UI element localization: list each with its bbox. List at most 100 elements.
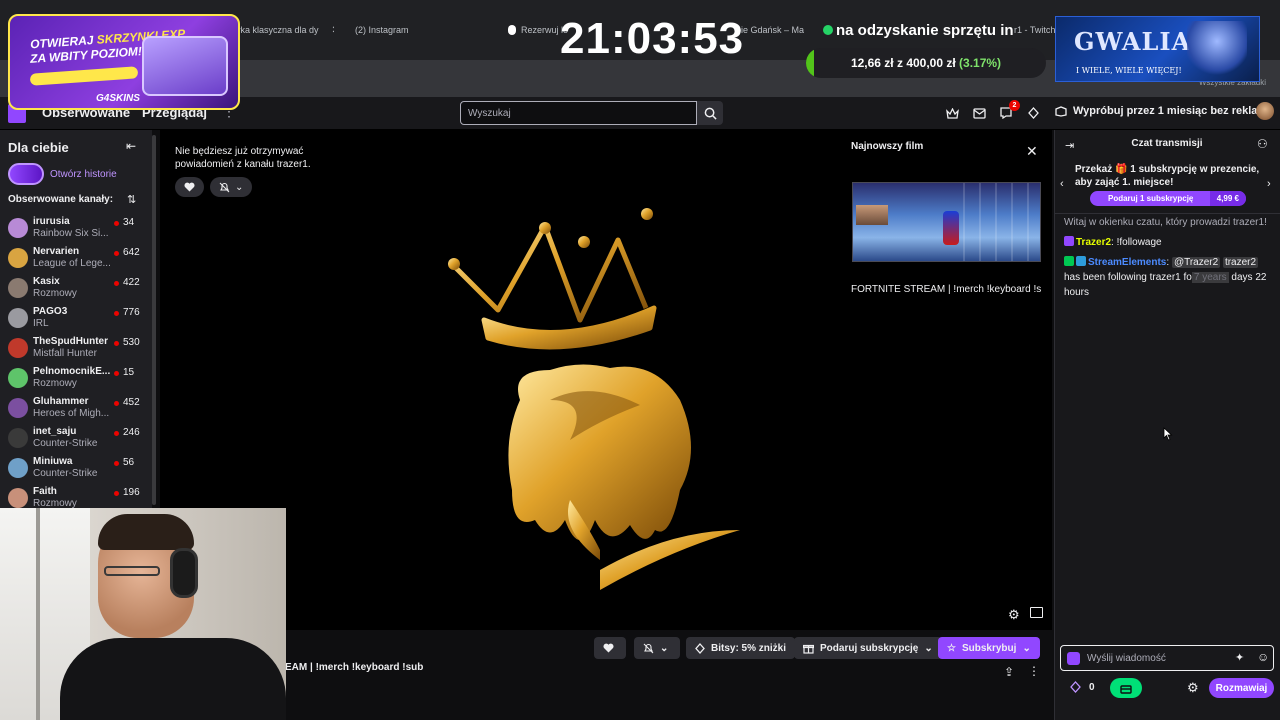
collapse-sidebar-icon[interactable]: ⇤: [126, 139, 136, 153]
search-button[interactable]: [697, 101, 723, 125]
sidebar-channel[interactable]: PelnomocnikE... Rozmowy 15: [0, 364, 152, 394]
chat-username[interactable]: Trazer2: [1076, 237, 1111, 248]
follow-heart-button[interactable]: [175, 177, 204, 197]
mouse-cursor-icon: [1163, 427, 1173, 446]
channel-category: Mistfall Hunter: [33, 348, 97, 359]
promo-overlay: OTWIERAJ SKRZYNKI EXP ZA WBITY POZIOM! G…: [8, 14, 240, 110]
sidebar-channel[interactable]: inet_saju Counter-Strike 246: [0, 424, 152, 454]
sidebar-channel[interactable]: TheSpudHunter Mistfall Hunter 530: [0, 334, 152, 364]
chat-input-placeholder: Wyślij wiadomość: [1087, 653, 1166, 664]
notification-count-badge: 2: [1009, 100, 1020, 111]
promo-bar: [29, 66, 139, 86]
channel-name: PAGO3: [33, 306, 68, 317]
channel-name: Gluhammer: [33, 396, 89, 407]
community-icon[interactable]: ⚇: [1257, 137, 1268, 151]
sidebar-channel[interactable]: Gluhammer Heroes of Migh... 452: [0, 394, 152, 424]
more-options-icon[interactable]: ⋮: [1028, 664, 1040, 678]
left-sidebar: Dla ciebie ⇤ Otwórz historie Obserwowane…: [0, 130, 152, 510]
notifications-off-button[interactable]: ⌄: [210, 177, 253, 197]
channel-name: Miniuwa: [33, 456, 73, 467]
channel-avatar: [8, 278, 28, 298]
promo-brand: G4SKINS: [96, 93, 140, 104]
viewer-count: 56: [123, 457, 135, 468]
chevron-left-icon[interactable]: ‹: [1060, 178, 1064, 190]
emote-picker-icon[interactable]: ☺: [1257, 650, 1269, 664]
sidebar-channel[interactable]: Faith Rozmowy 196: [0, 484, 152, 510]
chat-settings-icon[interactable]: ⚙: [1187, 680, 1199, 696]
chat-send-button[interactable]: Rozmawiaj: [1209, 678, 1274, 698]
unfollow-notice: Nie będziesz już otrzymywać powiadomień …: [175, 146, 311, 170]
sidebar-channel[interactable]: PAGO3 IRL 776: [0, 304, 152, 334]
chat-mention[interactable]: trazer2: [1222, 257, 1259, 268]
live-dot-icon: [114, 491, 119, 496]
sidebar-channel[interactable]: Nervarien League of Lege... 642: [0, 244, 152, 274]
browser-tab[interactable]: Rezerwuj lo: [508, 18, 568, 42]
gift-banner-text: Przekaż 🎁 1 subskrypcję w prezencie, aby…: [1075, 164, 1260, 188]
theatre-mode-icon[interactable]: [1030, 607, 1043, 618]
channel-name: PelnomocnikE...: [33, 366, 111, 377]
crown-icon[interactable]: [943, 104, 961, 122]
channel-name: inet_saju: [33, 426, 77, 437]
viewer-count: 15: [123, 367, 135, 378]
player-settings-icon[interactable]: ⚙: [1008, 607, 1020, 623]
follow-heart-button[interactable]: [594, 637, 626, 659]
open-history-button[interactable]: Otwórz historie: [8, 163, 117, 185]
sponsor-logo: GWALIA: [1074, 27, 1192, 56]
chat-mention[interactable]: @Trazer2: [1171, 257, 1221, 268]
bits-icon[interactable]: [1067, 652, 1080, 665]
prime-promo-button[interactable]: Wypróbuj przez 1 miesiąc bez reklam: [1055, 105, 1267, 117]
heart-icon: [603, 643, 614, 653]
chat-username[interactable]: StreamElements: [1088, 257, 1166, 268]
browser-tab[interactable]: pie Gdańsk – Ma✕: [736, 18, 808, 42]
browser-tab[interactable]: (2) Instagram✕: [350, 18, 495, 42]
channel-name: Faith: [33, 486, 57, 497]
followed-channels-header: Obserwowane kanały:: [8, 194, 114, 205]
search-input[interactable]: [460, 101, 697, 125]
gift-sub-button[interactable]: Podaruj subskrypcję ⌄: [794, 637, 942, 659]
channel-name: irurusia: [33, 216, 70, 227]
channel-points[interactable]: 0: [1070, 681, 1095, 693]
sort-icon[interactable]: ⇅: [127, 193, 136, 206]
channel-category: Rozmowy: [33, 288, 77, 299]
inbox-icon[interactable]: [970, 104, 988, 122]
sidebar-channel[interactable]: Miniuwa Counter-Strike 56: [0, 454, 152, 484]
animated-emote-icon[interactable]: ✦: [1235, 651, 1244, 664]
star-icon: ☆: [947, 642, 956, 654]
channel-avatar: [8, 308, 28, 328]
gift-one-sub-button[interactable]: Podaruj 1 subskrypcję 4,99 €: [1090, 191, 1246, 206]
live-dot-icon: [114, 341, 119, 346]
bits-discount-button[interactable]: Bitsy: 5% zniżki: [686, 637, 796, 659]
viewer-count: 530: [123, 337, 140, 348]
sidebar-channel[interactable]: irurusia Rainbow Six Si... 34: [0, 214, 152, 244]
chevron-down-icon: ⌄: [1022, 642, 1031, 654]
bot-badge-icon: [1076, 256, 1086, 266]
newest-video-title: Najnowszy film: [851, 141, 924, 152]
subscribe-button[interactable]: ☆ Subskrybuj ⌄: [938, 637, 1040, 659]
channel-name: Kasix: [33, 276, 60, 287]
viewer-count: 34: [123, 217, 135, 228]
share-icon[interactable]: ⇪: [1004, 665, 1014, 679]
bits-icon[interactable]: [1024, 104, 1042, 122]
bits-icon: [1070, 681, 1081, 693]
sidebar-scrollbar[interactable]: [152, 135, 156, 505]
gift-price: 4,99 €: [1209, 191, 1246, 206]
bits-icon: [695, 642, 705, 654]
channel-points-reward-button[interactable]: [1110, 678, 1142, 698]
channel-name: Nervarien: [33, 246, 80, 257]
channel-avatar: [8, 428, 28, 448]
sidebar-channel[interactable]: Kasix Rozmowy 422: [0, 274, 152, 304]
goal-title: na odzyskanie sprzętu in: [836, 22, 1014, 39]
notifications-off-button[interactable]: ⌄: [634, 637, 680, 659]
chat-input[interactable]: Wyślij wiadomość ✦ ☺: [1060, 645, 1274, 671]
tab-close-icon[interactable]: ✕: [332, 25, 334, 36]
live-dot-icon: [114, 431, 119, 436]
channel-avatar: [8, 398, 28, 418]
newest-video-caption[interactable]: FORTNITE STREAM | !merch !keyboard !s...: [851, 284, 1041, 295]
close-icon[interactable]: ✕: [1026, 143, 1038, 160]
channel-avatar: [8, 488, 28, 508]
channel-avatar: [8, 338, 28, 358]
channel-category: Rozmowy: [33, 378, 77, 389]
newest-video-thumbnail[interactable]: [852, 182, 1041, 262]
chevron-right-icon[interactable]: ›: [1267, 178, 1271, 190]
user-avatar[interactable]: [1256, 102, 1274, 120]
